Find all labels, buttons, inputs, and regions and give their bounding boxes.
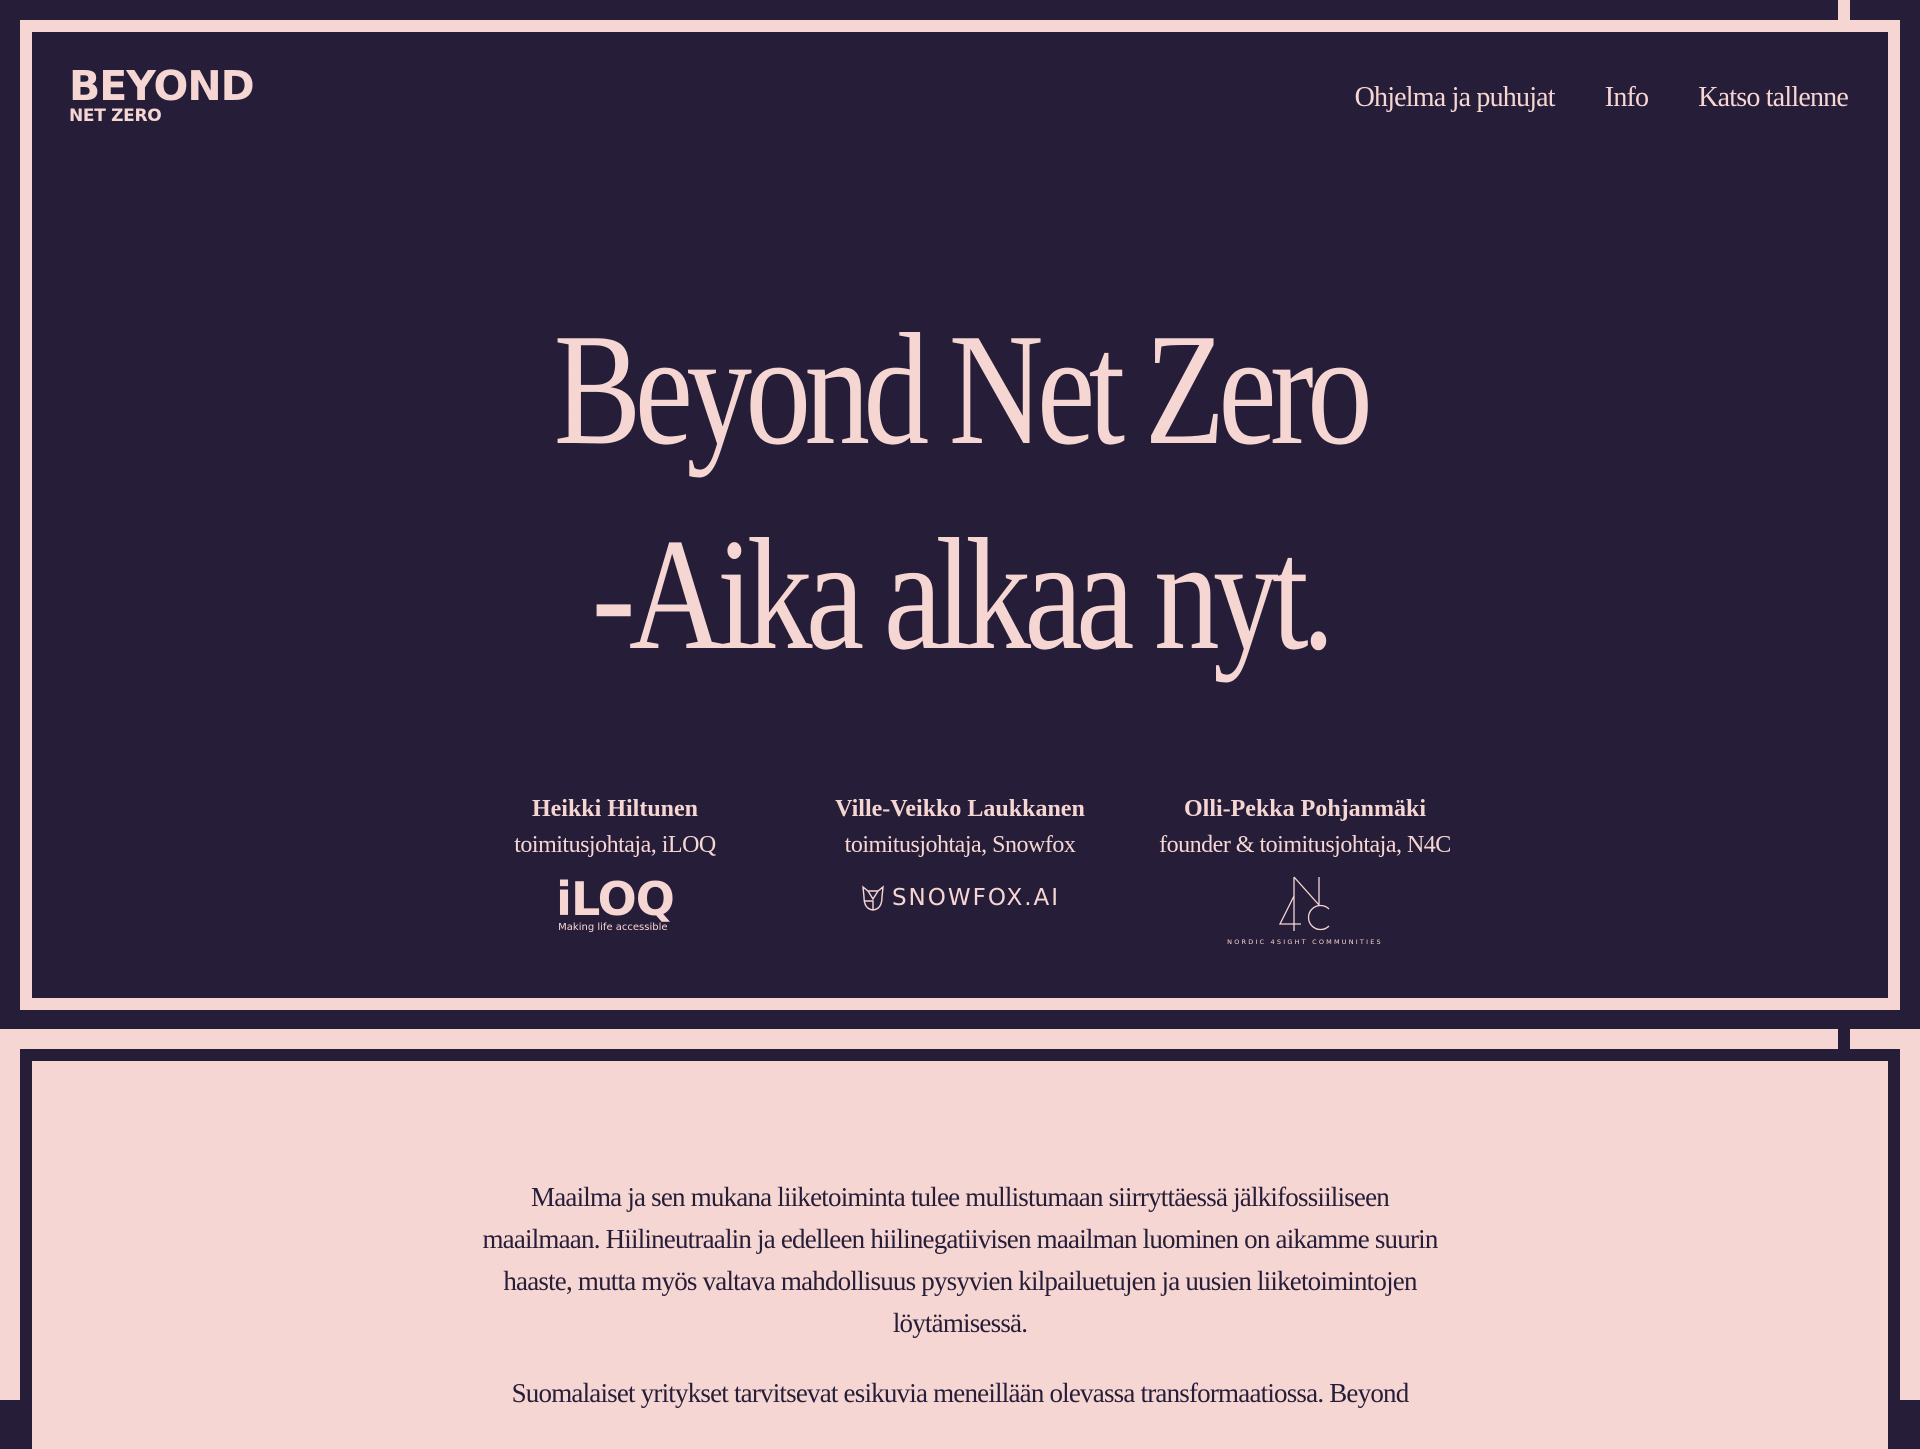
decorative-line <box>1838 0 1850 20</box>
nav-item-recording[interactable]: Katso tallenne <box>1698 82 1849 114</box>
speaker-card: Olli-Pekka Pohjanmäki founder & toimitus… <box>1133 792 1478 966</box>
iloq-logo: iLOQ Making life accessible <box>556 872 675 933</box>
speaker-role: toimitusjohtaja, iLOQ <box>514 832 716 858</box>
speaker-name: Heikki Hiltunen <box>531 796 699 822</box>
headline-line2: -Aika alkaa nyt. <box>591 505 1335 683</box>
main-nav: Ohjelma ja puhujat Info Katso tallenne <box>1355 82 1849 114</box>
hero-headline: Beyond Net Zero -Aika alkaa nyt. <box>199 287 1721 697</box>
fox-icon <box>862 885 884 911</box>
speakers-list: Heikki Hiltunen toimitusjohtaja, iLOQ iL… <box>32 792 1888 966</box>
speaker-role: founder & toimitusjohtaja, N4C <box>1159 832 1451 858</box>
speaker-card: Heikki Hiltunen toimitusjohtaja, iLOQ iL… <box>443 792 788 966</box>
speaker-name: Olli-Pekka Pohjanmäki <box>1183 796 1427 822</box>
intro-paragraph: Maailma ja sen mukana liiketoiminta tule… <box>482 1182 1438 1338</box>
site-logo[interactable]: BEYOND NET ZERO <box>69 62 255 127</box>
logo-line1: BEYOND <box>69 62 255 110</box>
intro-paragraph: Suomalaiset yritykset tarvitsevat esikuv… <box>511 1378 1410 1408</box>
hero-section: BEYOND NET ZERO Ohjelma ja puhujat Info … <box>20 20 1900 1010</box>
n4c-logo: NORDIC 4SIGHT COMMUNITIES <box>1227 876 1383 946</box>
nav-item-program[interactable]: Ohjelma ja puhujat <box>1355 82 1556 114</box>
speaker-card: Ville-Veikko Laukkanen toimitusjohtaja, … <box>788 792 1133 966</box>
n4c-mark-icon <box>1278 876 1330 931</box>
intro-section: Maailma ja sen mukana liiketoiminta tule… <box>20 1049 1900 1449</box>
nav-item-info[interactable]: Info <box>1605 82 1649 114</box>
snowfox-logo: SNOWFOX.AI <box>860 884 1060 912</box>
headline-line1: Beyond Net Zero <box>553 300 1373 478</box>
speaker-name: Ville-Veikko Laukkanen <box>835 796 1085 822</box>
decorative-line <box>1838 1029 1850 1049</box>
speaker-role: toimitusjohtaja, Snowfox <box>844 832 1076 858</box>
